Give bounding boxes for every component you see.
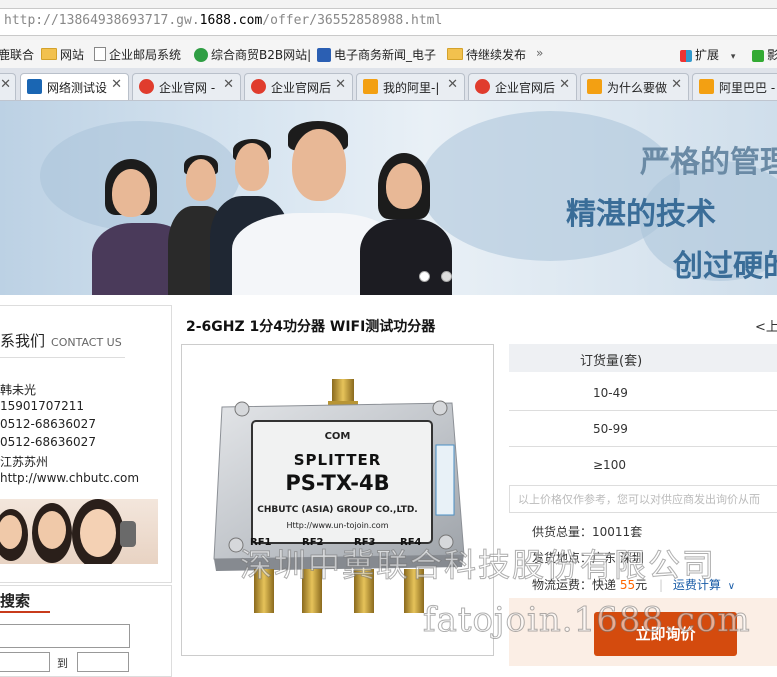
news-icon [317,48,331,62]
close-icon[interactable]: ✕ [447,77,458,92]
divider [0,357,125,358]
bookmark-mail-system[interactable]: 企业邮局系统 [94,46,181,63]
tab-enterprise-admin-2[interactable]: 企业官网后 ✕ [468,73,577,100]
tab-why[interactable]: 为什么要做 ✕ [580,73,689,100]
watermark-domain: fatojoin.1688.com [423,600,751,641]
contact-heading: 系我们 CONTACT US [0,332,122,350]
tab-enterprise-site-1[interactable]: 企业官网 - ✕ [132,73,241,100]
alibaba-icon [363,79,378,94]
site-favicon-icon [475,79,490,94]
carousel-dot-2[interactable] [441,271,452,282]
contact-name: 韩未光 [0,383,37,397]
bookmark-b2b[interactable]: 综合商贸B2B网站| [194,46,311,63]
watermark-company: 深圳中冀联合科技股份有限公司 [239,546,717,585]
world-map-shape [420,111,680,261]
folder-icon [41,48,57,60]
close-icon[interactable]: ✕ [671,77,682,92]
page-icon [94,47,106,61]
bookmark-news[interactable]: 电子商务新闻_电子 [317,46,436,63]
search-input[interactable] [0,624,130,648]
address-bar[interactable]: http://13864938693717.gw.1688.com/offer/… [0,8,777,36]
support-staff-image [0,499,158,564]
site-favicon-icon [139,79,154,94]
close-icon[interactable]: ✕ [223,77,234,92]
contact-website-link[interactable]: http://www.chbutc.com [0,471,139,485]
chevron-down-icon[interactable]: ∨ [728,581,735,592]
bookmarks-bar: 鹿联合 网站 企业邮局系统 综合商贸B2B网站| 电子商务新闻_电子 待继续发布… [0,40,777,69]
site-logo-icon [27,79,42,94]
alibaba-icon [699,79,714,94]
price-from-input[interactable] [0,652,50,672]
close-icon[interactable]: ✕ [111,77,122,92]
device-brand: COM [324,431,351,442]
bookmark-folder-pending[interactable]: 待继续发布 [447,46,526,63]
bookmark-item[interactable]: 鹿联合 [0,46,34,63]
contact-phone: 0512-68636027 [0,417,96,431]
tab-my-alibaba[interactable]: 我的阿里-| ✕ [356,73,465,100]
prev-product-link[interactable]: <上一 [755,316,777,335]
device-website: Http://www.un-tojoin.com [286,521,389,530]
tab-enterprise-admin-1[interactable]: 企业官网后 ✕ [244,73,353,100]
close-icon[interactable]: ✕ [559,77,570,92]
chevron-down-icon: ▾ [730,52,736,62]
video-button[interactable]: 影 [752,46,777,63]
video-icon [752,50,764,62]
carousel-dot-1[interactable] [419,271,430,282]
device-name: SPLITTER [293,451,382,469]
range-to-label: 到 [57,657,68,670]
device-model: PS-TX-4B [285,471,390,495]
tab-partial[interactable]: ✕ [0,73,16,100]
folder-icon [447,48,463,60]
price-to-input[interactable] [77,652,129,672]
table-cell-qty: ≥100 [593,458,626,472]
bookmark-folder-sites[interactable]: 网站 [41,46,84,63]
product-title: 2-6GHZ 1分4功分器 WIFI测试功分器 [186,319,436,335]
device-company: CHBUTC (ASIA) GROUP CO.,LTD. [257,505,418,515]
banner: 严格的管理 精湛的技术 创过硬的 [0,101,777,295]
table-row [509,410,777,447]
banner-slogan-1: 严格的管理 [640,145,777,180]
extensions-button[interactable]: 扩展 ▾ [680,46,735,63]
table-cell-qty: 10-49 [593,386,628,400]
table-row [509,372,777,411]
alibaba-icon [587,79,602,94]
contact-fax: 0512-68636027 [0,435,96,449]
extensions-icon [680,50,692,62]
supply-total: 供货总量：10011套 [532,525,643,539]
bookmarks-more[interactable]: » [536,46,543,60]
table-row [509,446,777,482]
price-note: 以上价格仅作参考，您可以对供应商发出询价从而 [518,493,760,506]
heading-underline [0,611,50,613]
url-text[interactable]: http://13864938693717.gw.1688.com/offer/… [4,13,442,28]
close-icon[interactable]: ✕ [0,77,11,92]
tab-strip: ✕ 网络测试设 ✕ 企业官网 - ✕ 企业官网后 ✕ 我的阿里-| ✕ 企业官网… [0,68,777,101]
tab-alibaba[interactable]: 阿里巴巴 - [692,73,777,100]
e-icon [194,48,208,62]
tab-network-test[interactable]: 网络测试设 ✕ [20,73,129,100]
contact-mobile: 15901707211 [0,399,84,413]
table-cell-qty: 50-99 [593,422,628,436]
site-favicon-icon [251,79,266,94]
price-table-header [509,344,777,372]
address-bar-area: http://13864938693717.gw.1688.com/offer/… [0,0,777,41]
banner-slogan-2: 精湛的技术 [566,197,716,232]
banner-slogan-3: 创过硬的 [673,249,777,284]
quantity-column-header: 订货量(套) [580,354,643,369]
contact-address: 江苏苏州 [0,455,49,469]
close-icon[interactable]: ✕ [335,77,346,92]
search-heading: 搜索 [0,592,31,610]
